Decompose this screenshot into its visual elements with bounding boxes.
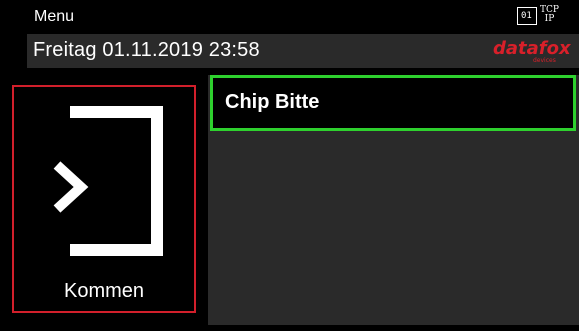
chip-prompt-field[interactable]: Chip Bitte xyxy=(210,75,576,131)
menu-label[interactable]: Menu xyxy=(34,8,74,26)
date-time-bar: Freitag 01.11.2019 23:58 datafox devices xyxy=(27,34,579,68)
date-time: Freitag 01.11.2019 23:58 xyxy=(33,39,260,61)
kommen-button[interactable]: Kommen xyxy=(12,85,196,313)
sim-card-icon: 01 xyxy=(517,7,537,25)
sim-label: 01 xyxy=(521,11,532,21)
chip-prompt-text: Chip Bitte xyxy=(225,91,320,113)
kommen-label: Kommen xyxy=(63,280,145,302)
logo-wordmark: datafox xyxy=(493,38,571,59)
tcp-ip-icon: TCP IP xyxy=(540,6,559,24)
datafox-logo: datafox devices xyxy=(493,38,573,66)
login-arrow-icon xyxy=(53,106,163,256)
top-status-bar: Menu 01 TCP IP xyxy=(0,0,579,34)
ip-label: IP xyxy=(544,14,555,24)
logo-subtext: devices xyxy=(533,57,556,64)
